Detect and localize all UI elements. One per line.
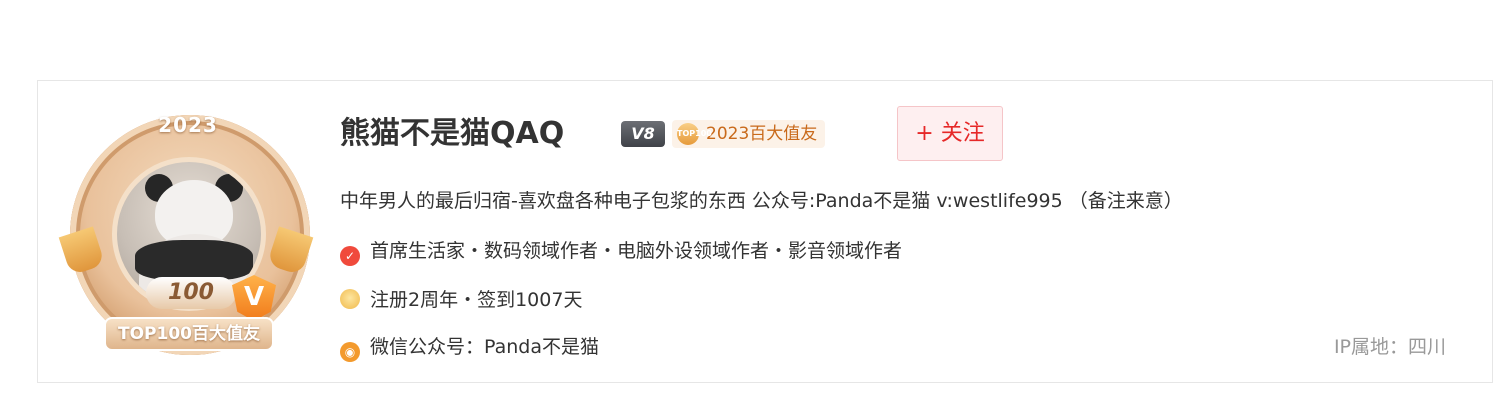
wechat-row: ◉ 微信公众号：Panda不是猫 bbox=[340, 333, 599, 362]
badge-ribbon: TOP100百大值友 bbox=[104, 317, 274, 351]
follow-button[interactable]: + 关注 bbox=[897, 106, 1003, 161]
certifications-text: 首席生活家・数码领域作者・电脑外设领域作者・影音领域作者 bbox=[370, 240, 903, 262]
top100-icon: TOP100 bbox=[677, 123, 712, 145]
level-badge[interactable]: V8 bbox=[621, 121, 665, 147]
stats-text: 注册2周年・签到1007天 bbox=[370, 289, 583, 311]
user-bio: 中年男人的最后归宿-喜欢盘各种电子包浆的东西 公众号:Panda不是猫 v:we… bbox=[340, 190, 1183, 212]
top-100-number: 100 bbox=[168, 280, 214, 305]
badge-year: 2023 bbox=[158, 113, 218, 137]
check-badge-icon: ✓ bbox=[340, 246, 360, 266]
user-name[interactable]: 熊猫不是猫QAQ bbox=[340, 113, 564, 155]
user-profile-card: 2023 100 V TOP100百大值友 熊猫不是猫QAQ V8 TOP100… bbox=[37, 80, 1493, 383]
stats-row: 注册2周年・签到1007天 bbox=[340, 286, 582, 314]
medal-icon bbox=[340, 289, 360, 309]
ip-location: IP属地：四川 bbox=[1333, 336, 1446, 358]
panda-arm bbox=[135, 240, 253, 280]
certifications-row: ✓ 首席生活家・数码领域作者・电脑外设领域作者・影音领域作者 bbox=[340, 237, 902, 266]
wechat-text: 微信公众号：Panda不是猫 bbox=[370, 336, 599, 358]
honor-tag-label: 2023百大值友 bbox=[706, 124, 818, 144]
top-100-emblem: 100 bbox=[146, 277, 236, 309]
avatar[interactable]: 2023 100 V TOP100百大值友 bbox=[50, 105, 326, 357]
honor-tag[interactable]: TOP100 2023百大值友 bbox=[672, 120, 826, 148]
rss-icon: ◉ bbox=[340, 342, 360, 362]
